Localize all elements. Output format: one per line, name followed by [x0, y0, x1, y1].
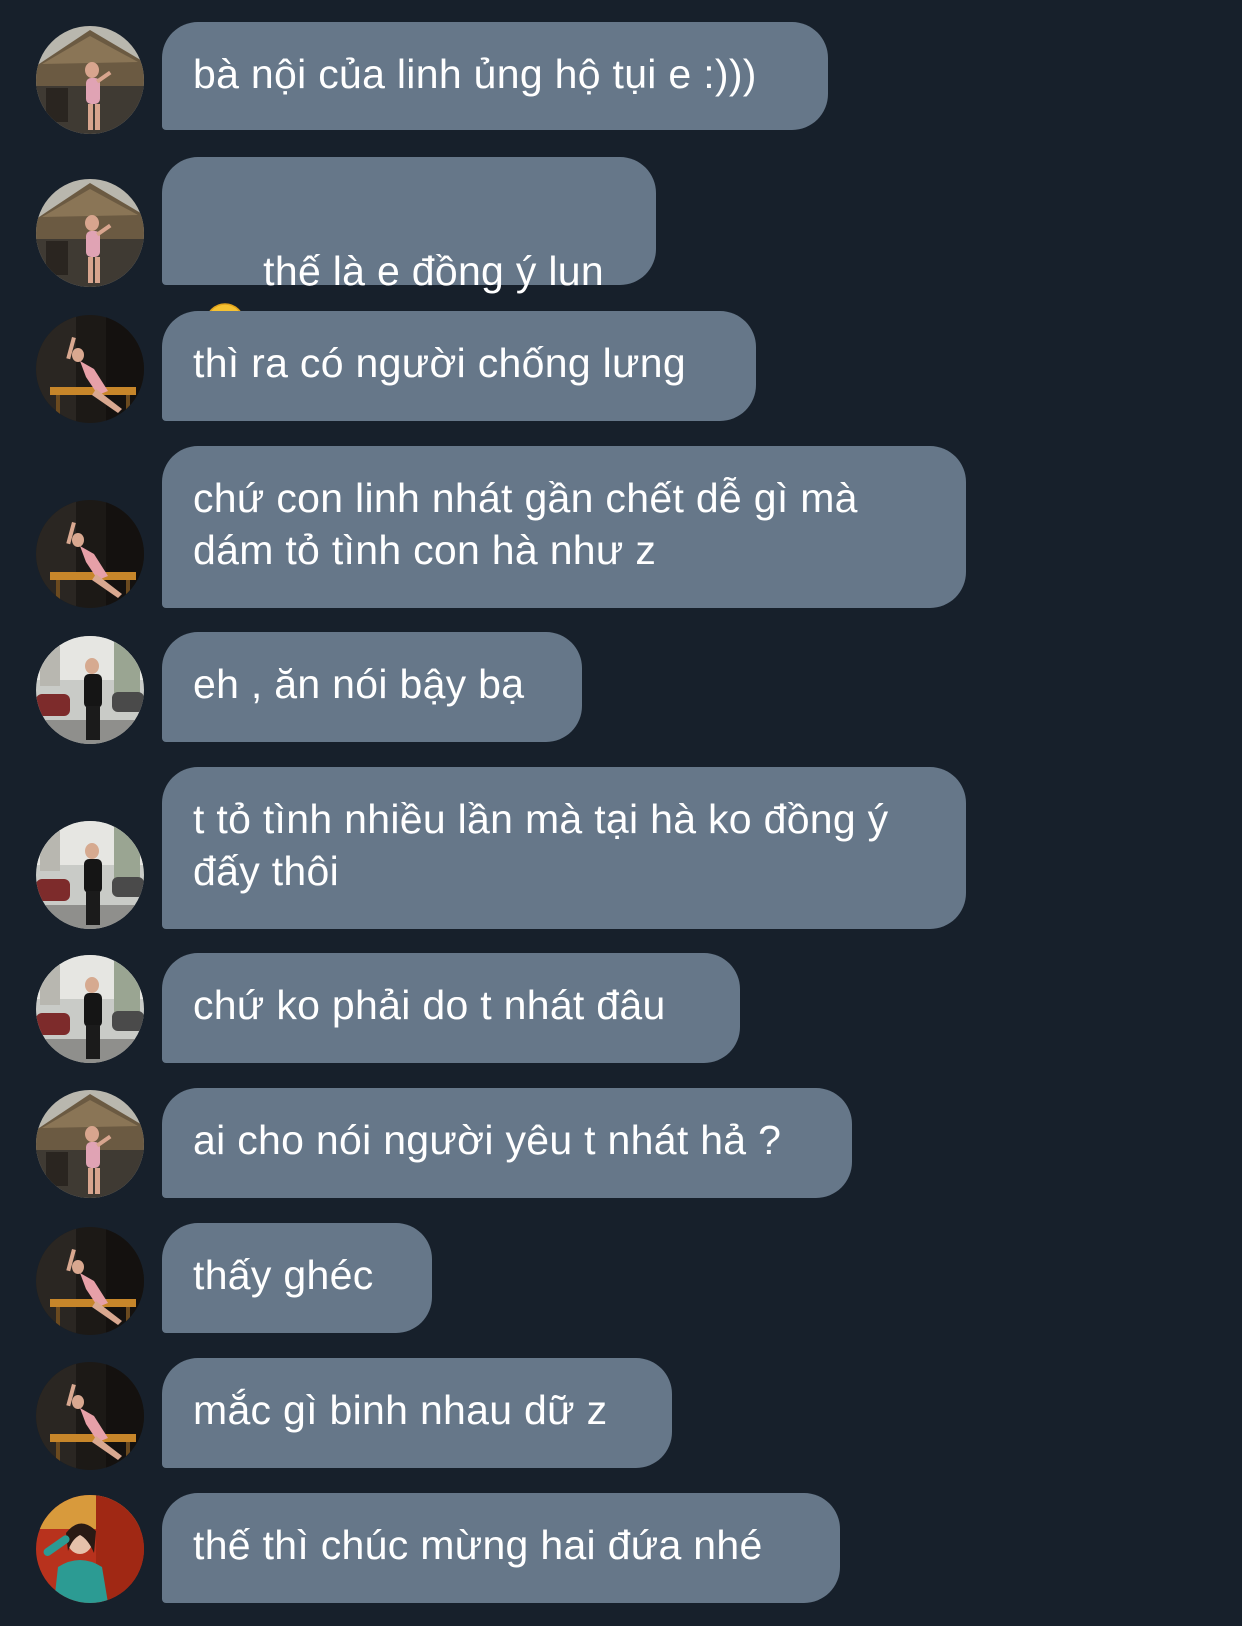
message-bubble[interactable]: bà nội của linh ủng hộ tụi e :))): [162, 22, 828, 130]
avatar[interactable]: [36, 500, 144, 608]
avatar[interactable]: [36, 821, 144, 929]
avatar[interactable]: [36, 1090, 144, 1198]
avatar[interactable]: [36, 636, 144, 744]
message-bubble[interactable]: eh , ăn nói bậy bạ: [162, 632, 582, 742]
avatar[interactable]: [36, 315, 144, 423]
message-bubble[interactable]: chứ ko phải do t nhát đâu: [162, 953, 740, 1063]
avatar[interactable]: [36, 1227, 144, 1335]
message-bubble[interactable]: ai cho nói người yêu t nhát hả ?: [162, 1088, 852, 1198]
message-bubble[interactable]: chứ con linh nhát gần chết dễ gì mà dám …: [162, 446, 966, 608]
avatar[interactable]: [36, 955, 144, 1063]
message-bubble[interactable]: thế là e đồng ý lun: [162, 157, 656, 343]
message-bubble[interactable]: t tỏ tình nhiều lần mà tại hà ko đồng ý …: [162, 767, 966, 929]
avatar[interactable]: [36, 1362, 144, 1470]
message-bubble[interactable]: mắc gì binh nhau dữ z: [162, 1358, 672, 1468]
message-text: thế là e đồng ý lun: [263, 248, 604, 294]
message-bubble[interactable]: thế thì chúc mừng hai đứa nhé: [162, 1493, 840, 1603]
message-bubble[interactable]: thì ra có người chống lưng: [162, 311, 756, 421]
avatar[interactable]: [36, 1495, 144, 1603]
avatar[interactable]: [36, 179, 144, 287]
avatar[interactable]: [36, 26, 144, 134]
chat-thread: bà nội của linh ủng hộ tụi e :))) thế là…: [0, 0, 1242, 1626]
message-bubble[interactable]: thấy ghéc: [162, 1223, 432, 1333]
